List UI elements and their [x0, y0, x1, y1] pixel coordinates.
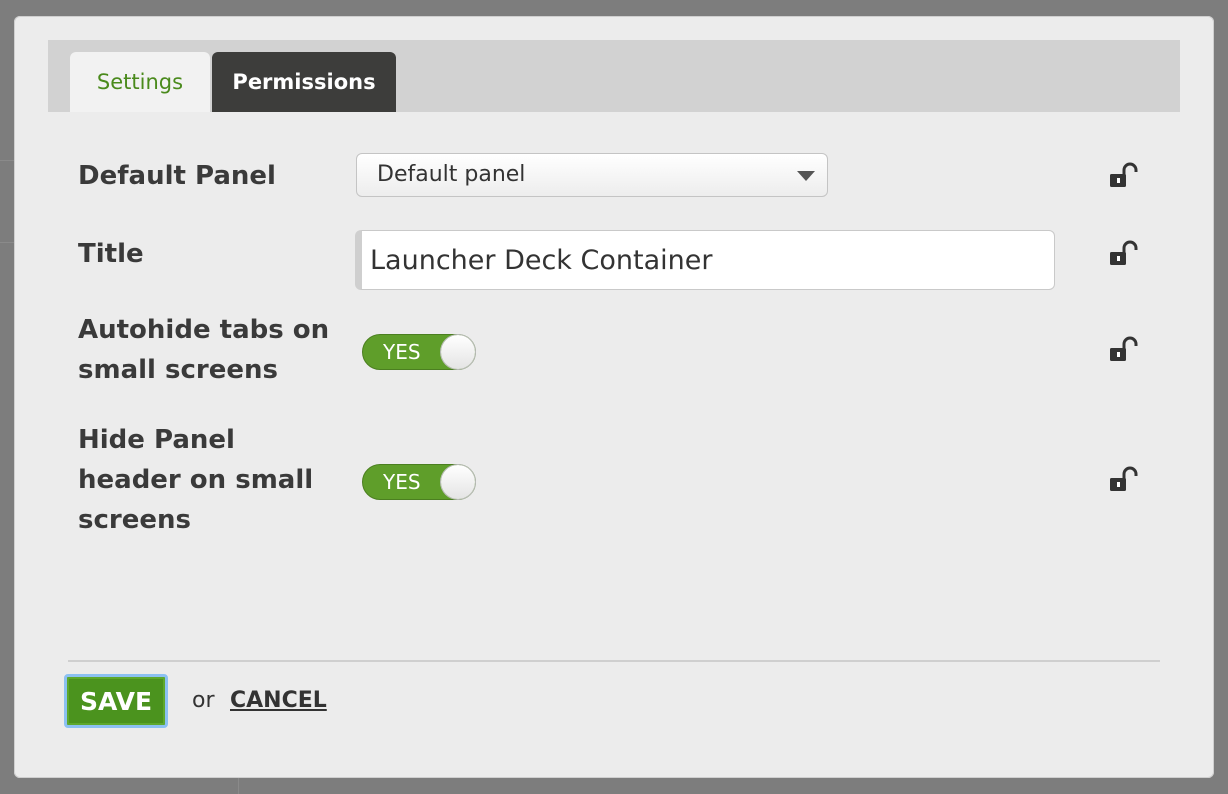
- unlocked-padlock-icon[interactable]: [1108, 240, 1142, 268]
- unlocked-padlock-icon[interactable]: [1108, 466, 1142, 494]
- background-line: [0, 160, 14, 161]
- autohide-tabs-toggle[interactable]: YES: [362, 334, 476, 370]
- toggle-knob: [441, 335, 475, 369]
- tab-permissions[interactable]: Permissions: [212, 52, 396, 112]
- tab-bar: Settings Permissions: [48, 40, 1180, 112]
- background-line: [0, 242, 14, 243]
- unlocked-padlock-icon[interactable]: [1108, 162, 1142, 190]
- or-text: or: [192, 688, 215, 713]
- hide-panel-header-label-line2: header on small: [78, 465, 314, 495]
- autohide-tabs-label-line1: Autohide tabs on: [78, 315, 330, 345]
- hide-panel-header-toggle[interactable]: YES: [362, 464, 476, 500]
- toggle-knob: [441, 465, 475, 499]
- hide-panel-header-label-line1: Hide Panel: [78, 425, 235, 455]
- toggle-yes-text: YES: [383, 340, 421, 364]
- save-button[interactable]: SAVE: [64, 674, 168, 728]
- background-line: [238, 778, 239, 794]
- default-panel-label: Default Panel: [78, 161, 276, 191]
- autohide-tabs-label: Autohide tabs on small screens: [78, 310, 329, 390]
- hide-panel-header-label: Hide Panel header on small screens: [78, 420, 313, 540]
- footer-divider: [68, 660, 1160, 662]
- tab-permissions-label: Permissions: [232, 70, 376, 94]
- default-panel-select[interactable]: Default panel: [356, 153, 828, 197]
- toggle-yes-text: YES: [383, 470, 421, 494]
- settings-dialog: Settings Permissions Default Panel Defau…: [14, 16, 1214, 778]
- tab-settings-label: Settings: [96, 70, 184, 94]
- hide-panel-header-label-line3: screens: [78, 505, 191, 535]
- title-input[interactable]: [355, 230, 1055, 290]
- default-panel-value: Default panel: [377, 162, 526, 187]
- autohide-tabs-label-line2: small screens: [78, 355, 278, 385]
- chevron-down-icon: [797, 171, 815, 181]
- title-label: Title: [78, 239, 144, 269]
- unlocked-padlock-icon[interactable]: [1108, 336, 1142, 364]
- tab-settings[interactable]: Settings: [70, 52, 210, 112]
- cancel-link[interactable]: CANCEL: [230, 688, 327, 713]
